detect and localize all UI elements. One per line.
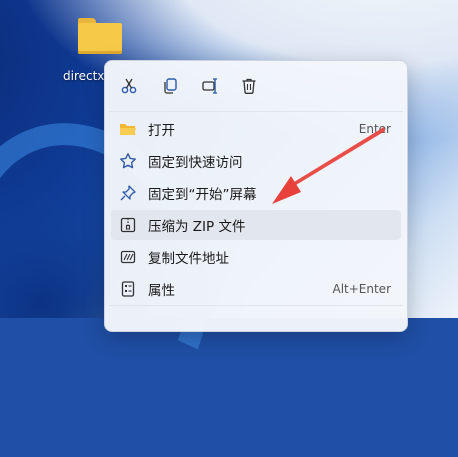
menu-item-compress-zip[interactable]: 压缩为 ZIP 文件 bbox=[111, 210, 401, 240]
menu-item-label: 打开 bbox=[148, 123, 175, 139]
menu-item-shortcut: Enter bbox=[358, 122, 391, 136]
copy-path-icon bbox=[118, 247, 138, 267]
delete-icon bbox=[242, 78, 256, 94]
menu-item-pin-start[interactable]: 固定到“开始”屏幕 bbox=[111, 178, 401, 208]
star-icon bbox=[118, 151, 138, 171]
cut-button[interactable] bbox=[116, 73, 142, 99]
properties-icon bbox=[118, 279, 138, 299]
folder-open-icon bbox=[118, 119, 138, 139]
menu-item-shortcut: Alt+Enter bbox=[332, 282, 391, 296]
context-menu-toolbar bbox=[105, 61, 407, 111]
menu-bottom-divider bbox=[109, 305, 403, 306]
cut-icon bbox=[121, 78, 137, 94]
menu-item-label: 固定到“开始”屏幕 bbox=[148, 187, 257, 203]
delete-button[interactable] bbox=[236, 73, 262, 99]
rename-button[interactable] bbox=[197, 73, 223, 99]
menu-item-label: 复制文件地址 bbox=[148, 251, 229, 267]
menu-item-open[interactable]: 打开 Enter bbox=[111, 114, 401, 144]
menu-item-label: 压缩为 ZIP 文件 bbox=[148, 219, 246, 235]
menu-item-properties[interactable]: 属性 Alt+Enter bbox=[111, 274, 401, 304]
copy-button[interactable] bbox=[157, 73, 183, 99]
zip-icon bbox=[118, 215, 138, 235]
folder-icon bbox=[78, 18, 122, 54]
context-menu: 打开 Enter 固定到快速访问 固定到“开始”屏幕 压缩为 ZIP 文件 复制… bbox=[104, 60, 408, 332]
copy-icon bbox=[164, 78, 177, 94]
menu-item-copy-path[interactable]: 复制文件地址 bbox=[111, 242, 401, 272]
rename-icon bbox=[202, 78, 217, 94]
menu-item-pin-quick-access[interactable]: 固定到快速访问 bbox=[111, 146, 401, 176]
menu-item-label: 固定到快速访问 bbox=[148, 155, 243, 171]
toolbar-divider bbox=[109, 111, 403, 112]
pin-icon bbox=[118, 183, 138, 203]
menu-item-label: 属性 bbox=[148, 283, 175, 299]
